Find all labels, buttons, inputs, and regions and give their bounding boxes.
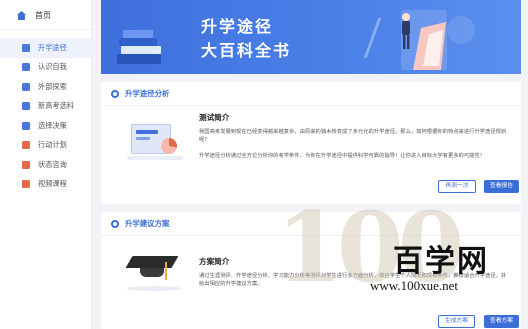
route-icon bbox=[22, 43, 30, 52]
video-icon bbox=[22, 180, 30, 189]
view-plan-button[interactable]: 查看方案 bbox=[484, 315, 519, 328]
decision-icon bbox=[22, 121, 30, 130]
plan-icon bbox=[22, 141, 30, 150]
sidebar-item-label: 视频课程 bbox=[38, 179, 67, 189]
sidebar-item-label: 行动计划 bbox=[38, 140, 67, 150]
watermark-name: 百学网 bbox=[393, 244, 489, 279]
test-intro-title: 测试简介 bbox=[199, 113, 230, 122]
gear-icon bbox=[111, 89, 119, 98]
watermark-url: www.100xue.net bbox=[370, 278, 458, 293]
home-icon bbox=[17, 11, 26, 20]
sidebar-item-label: 认识自我 bbox=[38, 62, 67, 72]
sidebar-item-explore[interactable]: 外部探索 bbox=[0, 77, 91, 97]
test-intro-text: 我国高考发展到现在已经变得越来越复杂，由原来的独木桥变成了多元化的升学途径。那么… bbox=[199, 129, 507, 143]
sidebar-item-label: 新高考选科 bbox=[38, 101, 74, 111]
sidebar-item-video[interactable]: 视频课程 bbox=[0, 175, 91, 195]
section-title: 升学建议方案 bbox=[125, 219, 170, 228]
graduation-cap-illustration bbox=[125, 248, 183, 298]
sidebar-item-label: 外部探索 bbox=[38, 81, 67, 91]
gear-icon bbox=[111, 219, 119, 228]
plan-intro-title: 方案简介 bbox=[199, 257, 230, 266]
sidebar-item-route[interactable]: 升学途径 bbox=[0, 38, 91, 58]
generate-plan-button[interactable]: 生成方案 bbox=[438, 315, 475, 328]
view-report-button[interactable]: 查看报告 bbox=[484, 180, 519, 193]
sidebar-item-plan[interactable]: 行动计划 bbox=[0, 136, 91, 156]
person-icon bbox=[22, 63, 30, 72]
banner-subtitle: 大百科全书 bbox=[201, 41, 292, 60]
report-illustration bbox=[127, 118, 185, 162]
route-analysis-card: 升学途径分析 测试简介 我国高考发展到现在已经变得越来越复杂，由原来的独木桥变成… bbox=[101, 82, 521, 204]
sidebar-item-self[interactable]: 认识自我 bbox=[0, 58, 91, 78]
consult-icon bbox=[22, 160, 30, 169]
sidebar-home-label: 首页 bbox=[35, 11, 51, 20]
sidebar-item-consult[interactable]: 状态咨询 bbox=[0, 155, 91, 175]
sidebar-home[interactable]: 首页 bbox=[0, 2, 91, 30]
sidebar-item-subjects[interactable]: 新高考选科 bbox=[0, 97, 91, 117]
sidebar-item-label: 状态咨询 bbox=[38, 159, 67, 169]
sidebar-item-label: 选择决策 bbox=[38, 120, 67, 130]
books-illustration bbox=[117, 10, 475, 70]
test-intro-text-2: 升学途径分析通过全方位分析你的考学条件，为你在升学途径中提供科学可靠的指导！让你… bbox=[199, 153, 486, 159]
sidebar-item-label: 升学途径 bbox=[38, 42, 67, 52]
banner-title: 升学途径 bbox=[201, 17, 274, 36]
explore-icon bbox=[22, 82, 30, 91]
sidebar: 首页 升学途径 认识自我 外部探索 新高考选科 选择决策 行动计划 状态咨询 视… bbox=[0, 0, 92, 329]
card-header: 升学途径分析 bbox=[101, 82, 521, 106]
sidebar-item-decision[interactable]: 选择决策 bbox=[0, 116, 91, 136]
section-title: 升学途径分析 bbox=[125, 89, 170, 98]
hero-banner: 升学途径 大百科全书 bbox=[101, 0, 521, 74]
book-icon bbox=[22, 102, 30, 111]
sidebar-menu: 升学途径 认识自我 外部探索 新高考选科 选择决策 行动计划 状态咨询 视频课程 bbox=[0, 38, 91, 194]
